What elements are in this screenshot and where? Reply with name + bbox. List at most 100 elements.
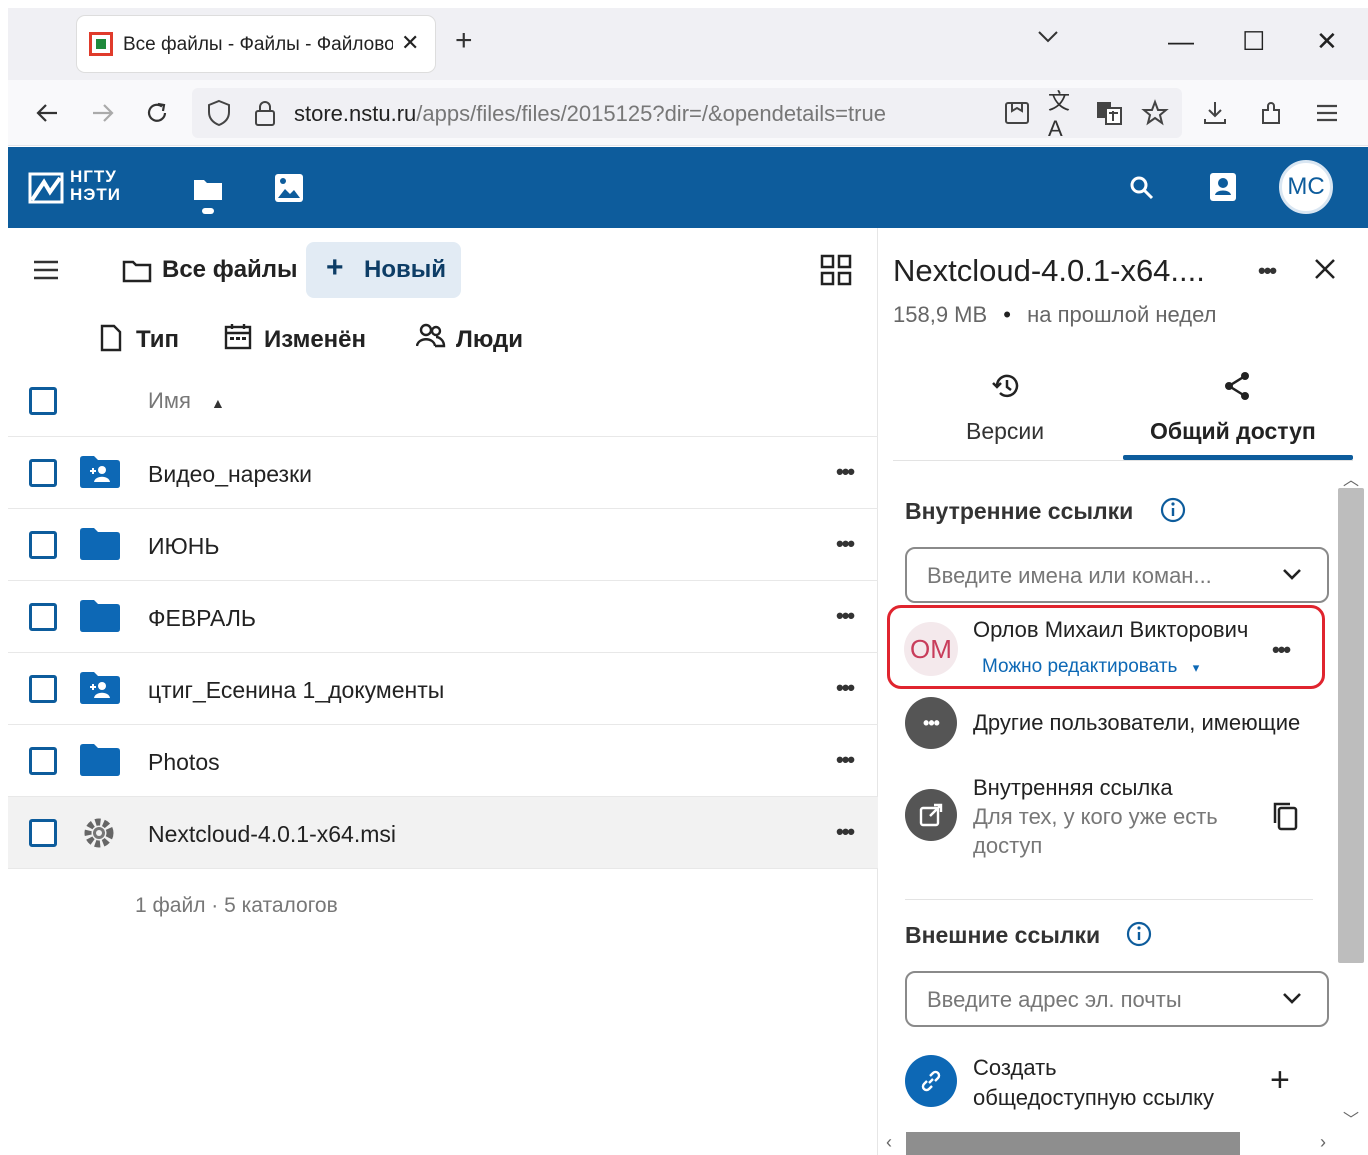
reader-view-icon[interactable] — [1002, 98, 1032, 128]
row-actions-button[interactable]: ••• — [836, 675, 855, 701]
table-row[interactable]: Photos ••• — [8, 725, 878, 796]
file-name[interactable]: цтиг_Есенина 1_документы — [148, 677, 444, 704]
table-row[interactable]: Видео_нарезки ••• — [8, 437, 878, 508]
hamburger-icon — [34, 260, 58, 280]
vertical-scrollbar[interactable] — [1338, 488, 1364, 963]
logo-text: НГТУ НЭТИ — [70, 168, 121, 204]
navigation-toggle-button[interactable] — [32, 258, 60, 282]
maximize-button[interactable]: ☐ — [1242, 26, 1265, 56]
scroll-up-arrow[interactable]: ︿ — [1343, 466, 1359, 490]
browser-tab[interactable]: Все файлы - Файлы - Файлово ✕ — [77, 16, 435, 72]
tab-list-button[interactable] — [1036, 24, 1060, 48]
others-with-access-text[interactable]: Другие пользователи, имеющие — [973, 710, 1338, 736]
internal-links-info-button[interactable] — [1159, 496, 1187, 524]
translate-page-icon[interactable] — [1094, 98, 1124, 128]
file-name[interactable]: Photos — [148, 749, 220, 776]
tab-close-button[interactable]: ✕ — [401, 30, 419, 56]
folder-icon — [80, 744, 120, 776]
scroll-right-arrow[interactable]: › — [1320, 1132, 1326, 1153]
bookmark-star-icon[interactable] — [1140, 98, 1170, 128]
row-actions-button[interactable]: ••• — [836, 819, 855, 845]
internal-link-desc-line2: доступ — [973, 833, 1043, 858]
url-path: /apps/files/files/2015125?dir=/&opendeta… — [416, 101, 886, 126]
internal-links-heading: Внутренние ссылки — [905, 498, 1134, 524]
contacts-button[interactable] — [1208, 170, 1238, 204]
tab-versions[interactable]: Версии — [966, 418, 1044, 445]
reload-button[interactable] — [142, 98, 172, 128]
extensions-icon[interactable] — [1257, 98, 1287, 128]
horizontal-scrollbar[interactable] — [906, 1132, 1240, 1155]
table-row[interactable]: ФЕВРАЛЬ ••• — [8, 581, 878, 652]
url-text[interactable]: store.nstu.ru/apps/files/files/2015125?d… — [294, 101, 886, 127]
menu-icon[interactable] — [1312, 98, 1342, 128]
share-permission-dropdown[interactable]: Можно редактировать ▾ — [982, 656, 1199, 678]
row-checkbox[interactable] — [29, 747, 57, 775]
public-link-line1[interactable]: Создать — [973, 1055, 1057, 1081]
internal-link-title: Внутренняя ссылка — [973, 775, 1173, 800]
add-public-link-button[interactable]: + — [1270, 1063, 1290, 1097]
table-row-selected[interactable]: Nextcloud-4.0.1-x64.msi ••• — [8, 797, 878, 868]
file-name[interactable]: ИЮНЬ — [148, 533, 219, 560]
lock-icon[interactable] — [250, 98, 280, 128]
new-button[interactable]: + Новый — [306, 242, 461, 298]
file-name[interactable]: ФЕВРАЛЬ — [148, 605, 256, 632]
external-share-email-input[interactable]: Введите адрес эл. почты — [905, 971, 1329, 1027]
details-menu-button[interactable]: ••• — [1258, 258, 1277, 284]
grid-view-toggle[interactable] — [820, 254, 852, 286]
versions-tab-icon-wrap[interactable] — [990, 371, 1022, 401]
external-link-icon — [919, 803, 943, 827]
header-search-button[interactable] — [1128, 174, 1156, 202]
row-checkbox[interactable] — [29, 675, 57, 703]
back-button[interactable] — [32, 98, 62, 128]
gear-file-icon — [84, 818, 114, 848]
share-entry-menu-button[interactable]: ••• — [1272, 637, 1291, 663]
window-close-button[interactable]: ✕ — [1316, 26, 1338, 56]
scroll-left-arrow[interactable]: ‹ — [886, 1132, 892, 1153]
forward-button[interactable] — [88, 98, 118, 128]
copy-internal-link-button[interactable] — [1270, 800, 1300, 832]
file-name[interactable]: Видео_нарезки — [148, 461, 312, 488]
row-checkbox[interactable] — [29, 459, 57, 487]
history-icon — [992, 374, 1019, 398]
row-checkbox[interactable] — [29, 603, 57, 631]
table-row[interactable]: ИЮНЬ ••• — [8, 509, 878, 580]
details-close-button[interactable] — [1312, 256, 1338, 282]
download-icon[interactable] — [1200, 98, 1230, 128]
minimize-button[interactable]: — — [1168, 26, 1194, 56]
internal-share-search[interactable]: Введите имена или коман... — [905, 547, 1329, 603]
public-link-line2[interactable]: общедоступную ссылку — [973, 1085, 1214, 1111]
row-actions-button[interactable]: ••• — [836, 531, 855, 557]
nstu-logo[interactable]: НГТУ НЭТИ — [28, 168, 138, 208]
shield-icon[interactable] — [204, 98, 234, 128]
files-app-button[interactable] — [192, 174, 224, 218]
tab-title: Все файлы - Файлы - Файлово — [123, 34, 393, 55]
column-header-name[interactable]: Имя ▲ — [148, 388, 225, 414]
external-share-placeholder: Введите адрес эл. почты — [927, 987, 1182, 1012]
user-avatar[interactable]: МС — [1279, 160, 1333, 214]
logo-line-1: НГТУ — [70, 167, 117, 186]
row-actions-button[interactable]: ••• — [836, 459, 855, 485]
external-links-info-button[interactable] — [1125, 920, 1153, 948]
internal-share-placeholder: Введите имена или коман... — [927, 563, 1212, 588]
sort-ascending-icon: ▲ — [210, 395, 225, 411]
table-row[interactable]: цтиг_Есенина 1_документы ••• — [8, 653, 878, 724]
row-actions-button[interactable]: ••• — [836, 747, 855, 773]
photos-app-button[interactable] — [273, 172, 305, 204]
others-with-access-icon[interactable]: ••• — [905, 697, 957, 749]
row-checkbox[interactable] — [29, 819, 57, 847]
active-tab-indicator — [1123, 455, 1353, 460]
file-name[interactable]: Nextcloud-4.0.1-x64.msi — [148, 821, 396, 848]
row-checkbox[interactable] — [29, 531, 57, 559]
tab-sharing[interactable]: Общий доступ — [1150, 418, 1316, 445]
scroll-down-arrow[interactable]: ﹀ — [1343, 1106, 1359, 1130]
url-host: store.nstu.ru — [294, 101, 417, 126]
row-actions-button[interactable]: ••• — [836, 603, 855, 629]
new-tab-button[interactable]: + — [455, 26, 473, 56]
select-all-checkbox[interactable] — [29, 387, 57, 415]
translate-icon[interactable]: 文A — [1048, 89, 1078, 141]
grid-icon — [820, 254, 852, 286]
internal-link-icon — [905, 789, 957, 841]
copy-icon — [1273, 802, 1298, 831]
file-size: 158,9 MB — [893, 302, 988, 327]
sharing-tab-icon-wrap[interactable] — [1222, 370, 1252, 402]
